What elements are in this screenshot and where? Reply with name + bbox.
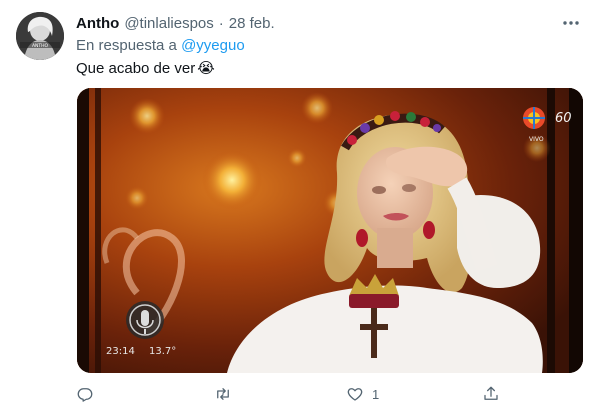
reply-mention-link[interactable]: @yyeguo <box>181 37 245 54</box>
share-icon <box>484 386 498 400</box>
broadcast-temperature: 13.7° <box>149 346 176 357</box>
tv-screenshot-image: 60 VIVO 23:14 13.7° <box>77 88 583 373</box>
avatar[interactable]: ANTHO <box>16 12 64 60</box>
like-count: 1 <box>372 386 380 402</box>
channel-logo-label: VIVO <box>529 136 544 143</box>
like-button[interactable]: 1 <box>346 383 379 405</box>
tweet-actions: 1 <box>76 383 582 405</box>
tweet-header: Antho @tinlaliespos · 28 feb. <box>76 13 275 33</box>
tweet-text-body: Que acabo de ver <box>76 59 196 77</box>
broadcast-time: 23:14 <box>106 346 135 357</box>
reply-context: En respuesta a @yyeguo <box>76 37 245 54</box>
media-image[interactable]: 60 VIVO 23:14 13.7° <box>77 88 583 373</box>
avatar-image: ANTHO <box>16 12 64 60</box>
tweet-card[interactable]: ANTHO Antho @tinlaliespos · 28 feb. En r… <box>0 0 598 412</box>
avatar-caption: ANTHO <box>32 43 49 49</box>
author-handle[interactable]: @tinlaliespos <box>124 15 213 32</box>
more-options-button[interactable] <box>560 14 582 32</box>
crying-face-emoji: 😭 <box>197 60 215 77</box>
heart-icon <box>347 388 363 401</box>
reply-button[interactable] <box>76 383 94 405</box>
tweet-text: Que acabo de ver 😭 <box>76 59 215 78</box>
share-button[interactable] <box>482 383 500 405</box>
retweet-icon <box>217 388 229 400</box>
retweet-button[interactable] <box>214 383 232 405</box>
author-name[interactable]: Antho <box>76 15 119 32</box>
channel-logo-number: 60 <box>555 111 572 126</box>
tweet-date[interactable]: 28 feb. <box>229 15 275 32</box>
header-separator: · <box>218 14 224 32</box>
reply-prefix: En respuesta a <box>76 37 177 54</box>
reply-icon <box>77 388 93 402</box>
ellipsis-icon <box>563 21 579 25</box>
